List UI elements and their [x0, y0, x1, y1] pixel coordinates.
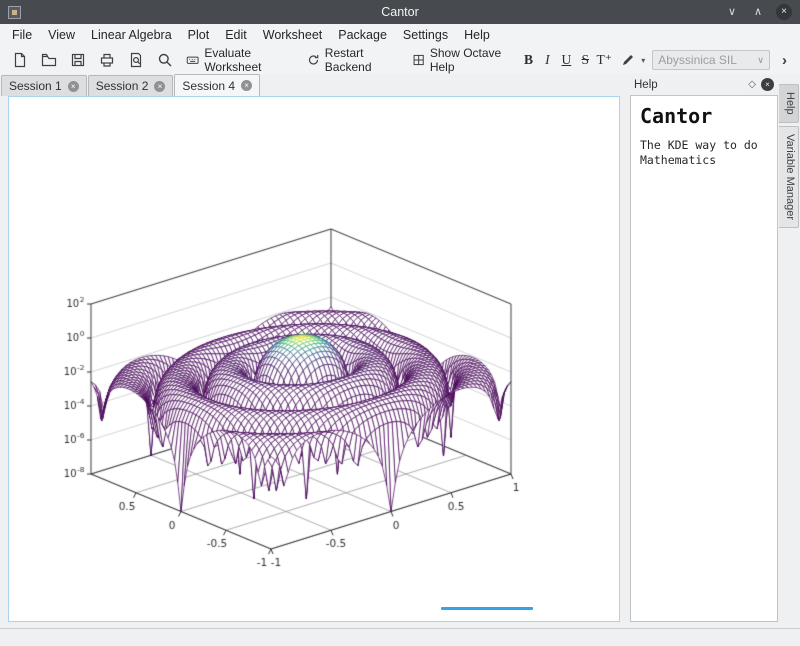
evaluate-worksheet-label: Evaluate Worksheet: [204, 46, 293, 74]
bold-button[interactable]: B: [520, 49, 538, 71]
worksheet-cursor-line[interactable]: [441, 607, 533, 610]
restart-icon: [307, 52, 320, 68]
print-preview-button[interactable]: [122, 49, 150, 71]
evaluate-icon: [186, 52, 199, 68]
app-window: Cantor ∨ ∧ × File View Linear Algebra Pl…: [0, 0, 800, 646]
print-button[interactable]: [93, 49, 121, 71]
close-button[interactable]: ×: [776, 4, 792, 20]
font-family-combobox[interactable]: Abyssinica SIL ∨: [652, 50, 770, 70]
minimize-button[interactable]: ∨: [724, 4, 740, 20]
tab-close-icon[interactable]: ×: [68, 81, 79, 92]
help-heading: Cantor: [640, 104, 768, 128]
status-bar: [0, 628, 800, 646]
toolbar-overflow-button[interactable]: ›: [777, 52, 792, 69]
new-worksheet-button[interactable]: [6, 49, 34, 71]
help-panel: Help ◇ × Cantor The KDE way to do Mathem…: [630, 74, 778, 622]
text-color-button[interactable]: ▾: [614, 49, 651, 71]
tab-session-4-label: Session 4: [182, 79, 235, 93]
superscript-button[interactable]: T⁺: [595, 49, 613, 71]
show-backend-help-button[interactable]: Show Octave Help: [406, 43, 519, 77]
search-icon: [157, 52, 173, 68]
italic-button[interactable]: I: [538, 49, 556, 71]
surface-plot-canvas: [16, 221, 556, 571]
toolbar: Evaluate Worksheet Restart Backend Show …: [0, 46, 800, 74]
open-worksheet-button[interactable]: [35, 49, 63, 71]
float-panel-icon[interactable]: ◇: [748, 79, 756, 90]
underline-button[interactable]: U: [557, 49, 575, 71]
save-icon: [70, 52, 86, 68]
dock-tab-help[interactable]: Help: [779, 84, 799, 123]
evaluate-worksheet-button[interactable]: Evaluate Worksheet: [180, 43, 300, 77]
strikethrough-button[interactable]: S: [576, 49, 594, 71]
maximize-button[interactable]: ∧: [750, 4, 766, 20]
help-body-line1: The KDE way to do: [640, 138, 768, 153]
backend-help-icon: [412, 52, 425, 68]
open-folder-icon: [41, 52, 57, 68]
help-panel-header: Help ◇ ×: [630, 74, 778, 95]
close-panel-icon[interactable]: ×: [761, 78, 774, 91]
tab-session-1[interactable]: Session 1 ×: [1, 75, 87, 96]
menu-view[interactable]: View: [40, 24, 83, 46]
save-worksheet-button[interactable]: [64, 49, 92, 71]
titlebar[interactable]: Cantor ∨ ∧ ×: [0, 0, 800, 24]
tab-session-4[interactable]: Session 4 ×: [174, 74, 260, 96]
pen-icon: [620, 52, 636, 68]
window-title: Cantor: [0, 5, 800, 19]
menu-file[interactable]: File: [4, 24, 40, 46]
tab-session-2-label: Session 2: [96, 79, 149, 93]
restart-backend-label: Restart Backend: [325, 46, 399, 74]
session-tab-bar: Session 1 × Session 2 × Session 4 ×: [0, 74, 628, 96]
print-icon: [99, 52, 115, 68]
print-preview-icon: [128, 52, 144, 68]
tab-session-2[interactable]: Session 2 ×: [88, 75, 174, 96]
find-button[interactable]: [151, 49, 179, 71]
help-panel-content: Cantor The KDE way to do Mathematics: [630, 95, 778, 622]
dock-tab-strip: Help Variable Manager: [779, 84, 799, 228]
window-controls: ∨ ∧ ×: [724, 4, 792, 20]
dock-tab-variable-manager[interactable]: Variable Manager: [779, 126, 799, 228]
pen-dropdown-icon: ▾: [641, 56, 645, 65]
tab-session-1-label: Session 1: [9, 79, 62, 93]
help-body-line2: Mathematics: [640, 153, 768, 168]
tab-close-icon[interactable]: ×: [154, 81, 165, 92]
show-backend-help-label: Show Octave Help: [430, 46, 513, 74]
menu-linear-algebra[interactable]: Linear Algebra: [83, 24, 180, 46]
help-panel-title: Help: [634, 79, 658, 91]
new-document-icon: [12, 52, 28, 68]
font-family-value: Abyssinica SIL: [658, 53, 737, 67]
chevron-down-icon: ∨: [757, 55, 764, 66]
tab-close-icon[interactable]: ×: [241, 80, 252, 91]
restart-backend-button[interactable]: Restart Backend: [301, 43, 405, 77]
worksheet-area[interactable]: [8, 96, 620, 622]
